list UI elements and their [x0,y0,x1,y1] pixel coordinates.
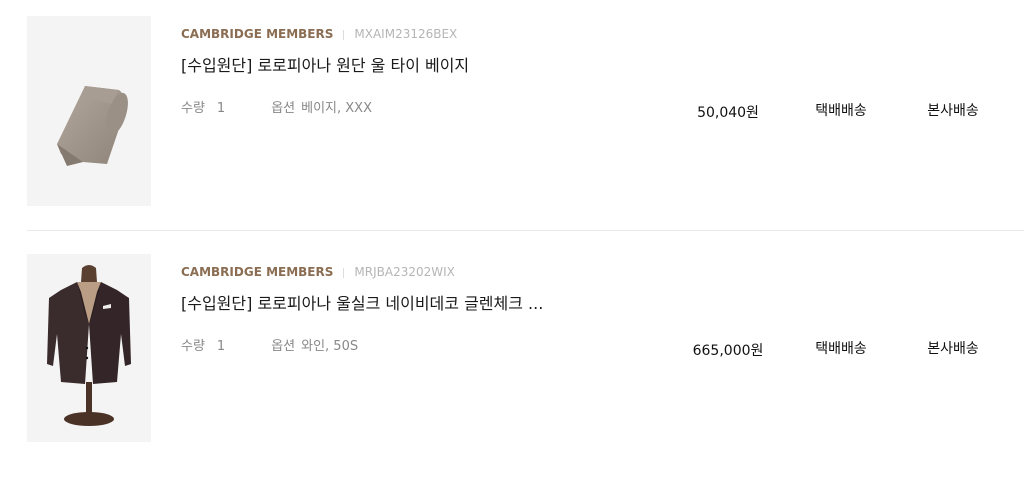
product-code: MXAIM23126BEX [354,27,458,41]
item-price: 665,000원 [692,343,764,359]
product-title[interactable]: [수입원단] 로로피아나 원단 울 타이 베이지 [181,52,469,76]
product-thumbnail[interactable] [27,254,151,442]
divider [343,29,345,40]
product-code: MRJBA23202WIX [354,265,455,279]
product-title[interactable]: [수입원단] 로로피아나 울실크 네이비데코 글렌체크 ... [181,290,543,314]
order-item: CAMBRIDGE MEMBERS MRJBA23202WIX [수입원단] 로로… [27,254,1024,442]
delivery-type: 택배배송 [815,341,867,357]
row-divider [27,230,1024,231]
quantity-value: 1 [216,101,226,116]
divider [343,267,345,278]
quantity-label: 수량 [181,101,205,116]
item-price: 50,040원 [697,105,759,121]
option-label: 옵션 [271,101,296,116]
quantity-value: 1 [216,339,226,354]
delivery-source: 본사배송 [927,341,979,357]
quantity-label: 수량 [181,339,205,354]
brand-line: CAMBRIDGE MEMBERS MRJBA23202WIX [181,265,455,279]
item-meta: 수량 1 옵션 와인, 50S [181,335,358,354]
brand-line: CAMBRIDGE MEMBERS MXAIM23126BEX [181,27,457,41]
option-value: 와인, 50S [301,339,359,354]
product-thumbnail[interactable] [27,16,151,206]
option-value: 베이지, XXX [301,101,372,116]
delivery-source: 본사배송 [927,103,979,119]
order-item: CAMBRIDGE MEMBERS MXAIM23126BEX [수입원단] 로로… [27,16,1024,206]
option-label: 옵션 [271,339,296,354]
jacket-on-mannequin-image [47,265,131,426]
brand-name: CAMBRIDGE MEMBERS [181,27,334,41]
item-meta: 수량 1 옵션 베이지, XXX [181,97,372,116]
brand-name: CAMBRIDGE MEMBERS [181,265,334,279]
beige-tie-image [57,86,128,166]
delivery-type: 택배배송 [815,103,867,119]
